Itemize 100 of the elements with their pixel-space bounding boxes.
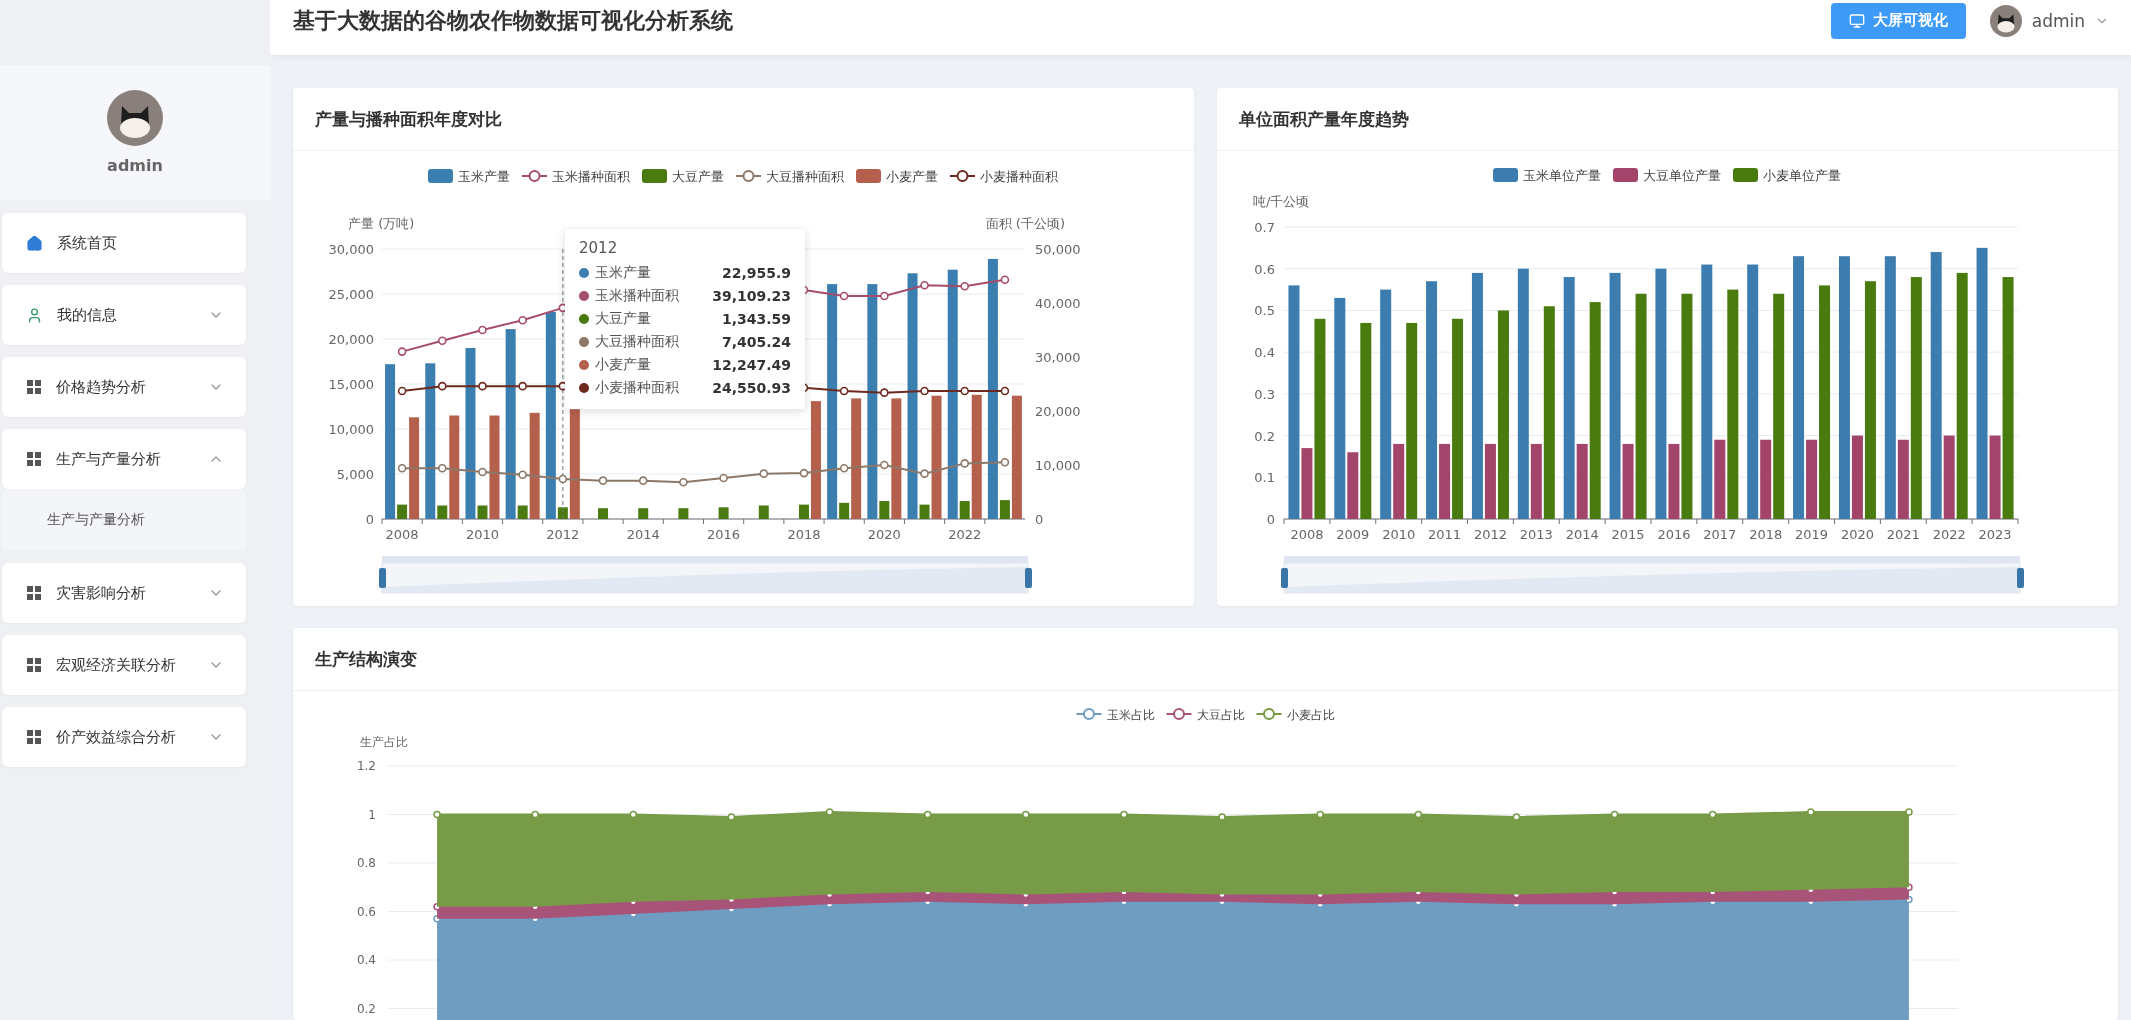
- tooltip-value: 22,955.9: [721, 265, 791, 281]
- axis-title: 生产占比: [360, 735, 408, 749]
- tick-label: 25,000: [328, 287, 374, 302]
- data-point: [397, 347, 407, 356]
- page-title: 基于大数据的谷物农作物数据可视化分析系统: [293, 6, 734, 35]
- legend-item[interactable]: 小麦单位产量: [1733, 167, 1841, 183]
- legend-item[interactable]: 小麦播种面积: [949, 168, 1058, 184]
- data-point: [880, 291, 889, 301]
- tick-label: 2012: [546, 527, 580, 542]
- data-point: [397, 386, 407, 396]
- tick-label: 2010: [1382, 527, 1416, 542]
- tooltip-label: 大豆播种面积: [595, 333, 679, 351]
- data-point: [679, 477, 688, 487]
- avatar: [1989, 4, 2022, 37]
- legend-item[interactable]: 玉米产量: [428, 168, 510, 184]
- legend-item[interactable]: 大豆播种面积: [735, 168, 844, 184]
- tick-label: 2008: [385, 527, 419, 542]
- data-point: [1807, 808, 1815, 816]
- tick-label: 2023: [1978, 527, 2012, 542]
- card-title: 生产结构演变: [293, 628, 2118, 691]
- tick-label: 20,000: [328, 332, 374, 347]
- data-point: [1905, 808, 1913, 816]
- tick-label: 2020: [1840, 527, 1874, 542]
- tooltip-label: 玉米播种面积: [595, 287, 679, 305]
- range-slider[interactable]: [1281, 556, 2024, 594]
- data-point: [1316, 810, 1324, 819]
- range-slider[interactable]: [379, 556, 1032, 594]
- data-point: [558, 474, 568, 484]
- data-point: [518, 381, 527, 391]
- tick-label: 2019: [1795, 527, 1829, 542]
- tick-label: 2012: [1473, 527, 1507, 542]
- legend-item[interactable]: 玉米占比: [1075, 707, 1155, 722]
- data-point: [1218, 813, 1226, 821]
- data-point: [759, 469, 769, 478]
- legend-label: 玉米播种面积: [552, 168, 630, 184]
- data-point: [880, 388, 889, 397]
- data-point: [719, 473, 728, 483]
- tick-label: 2008: [1290, 527, 1324, 542]
- legend-item[interactable]: 大豆占比: [1165, 707, 1245, 722]
- menu-item[interactable]: 我的信息: [2, 285, 246, 345]
- tick-label: 0.6: [1254, 261, 1275, 277]
- legend-label: 小麦产量: [886, 168, 938, 184]
- data-point: [960, 386, 969, 396]
- tick-label: 2010: [465, 527, 499, 542]
- tick-label: 0: [1266, 512, 1275, 527]
- data-point: [880, 460, 889, 470]
- submenu-item[interactable]: 生产与产量分析: [2, 489, 246, 551]
- data-point: [1708, 810, 1717, 819]
- menu-item[interactable]: 灾害影响分析: [2, 563, 246, 623]
- bar: [718, 507, 729, 519]
- legend-label: 大豆占比: [1196, 707, 1245, 722]
- tick-label: 2014: [626, 527, 660, 542]
- data-point: [1000, 386, 1010, 396]
- legend-item[interactable]: 大豆产量: [642, 168, 724, 184]
- axis-title: 产量 (万吨): [348, 216, 415, 231]
- menu-item[interactable]: 生产与产量分析: [2, 429, 246, 489]
- data-point: [478, 381, 487, 391]
- tick-label: 0.1: [1254, 470, 1275, 486]
- legend-item[interactable]: 大豆单位产量: [1613, 167, 1721, 183]
- bar: [678, 508, 689, 519]
- data-point: [478, 325, 487, 335]
- data-point: [960, 459, 969, 468]
- card-title: 产量与播种面积年度对比: [293, 88, 1194, 151]
- data-point: [518, 470, 527, 480]
- data-point: [1414, 810, 1423, 819]
- legend-item[interactable]: 玉米单位产量: [1493, 167, 1601, 183]
- legend-label: 玉米单位产量: [1523, 167, 1601, 183]
- tick-label: 2022: [1932, 527, 1966, 542]
- legend-item[interactable]: 小麦占比: [1255, 707, 1335, 722]
- tick-label: 2016: [1657, 527, 1691, 542]
- legend-item[interactable]: 玉米播种面积: [521, 168, 630, 184]
- monitor-icon: [1848, 12, 1865, 29]
- data-point: [1120, 810, 1128, 819]
- legend-label: 小麦播种面积: [980, 168, 1058, 184]
- tick-label: 1: [368, 807, 376, 822]
- menu-item[interactable]: 价格趋势分析: [2, 357, 246, 417]
- bar: [638, 508, 649, 519]
- data-point: [531, 810, 539, 819]
- menu-item[interactable]: 系统首页: [2, 213, 246, 273]
- legend-item[interactable]: 小麦产量: [856, 168, 938, 184]
- legend-label: 大豆产量: [672, 168, 724, 184]
- data-point: [799, 468, 809, 478]
- tick-label: 0.2: [356, 1001, 376, 1016]
- tooltip-title: 2012: [579, 239, 619, 257]
- menu-item[interactable]: 价产效益综合分析: [2, 707, 246, 767]
- data-point: [437, 463, 447, 473]
- legend-label: 大豆播种面积: [766, 168, 844, 184]
- data-point: [437, 381, 447, 391]
- tick-label: 15,000: [328, 377, 374, 392]
- tick-label: 10,000: [328, 422, 374, 437]
- user-name[interactable]: admin: [2031, 10, 2085, 31]
- tick-label: 0.8: [356, 856, 376, 870]
- legend-label: 玉米产量: [458, 168, 510, 184]
- data-point: [638, 476, 648, 485]
- tick-label: 0.5: [1254, 303, 1275, 319]
- menu-item[interactable]: 宏观经济关联分析: [2, 635, 246, 695]
- data-point: [1610, 810, 1619, 819]
- tooltip-label: 小麦产量: [595, 356, 651, 374]
- tick-label: 0.6: [356, 904, 376, 919]
- tooltip-value: 12,247.49: [712, 357, 791, 373]
